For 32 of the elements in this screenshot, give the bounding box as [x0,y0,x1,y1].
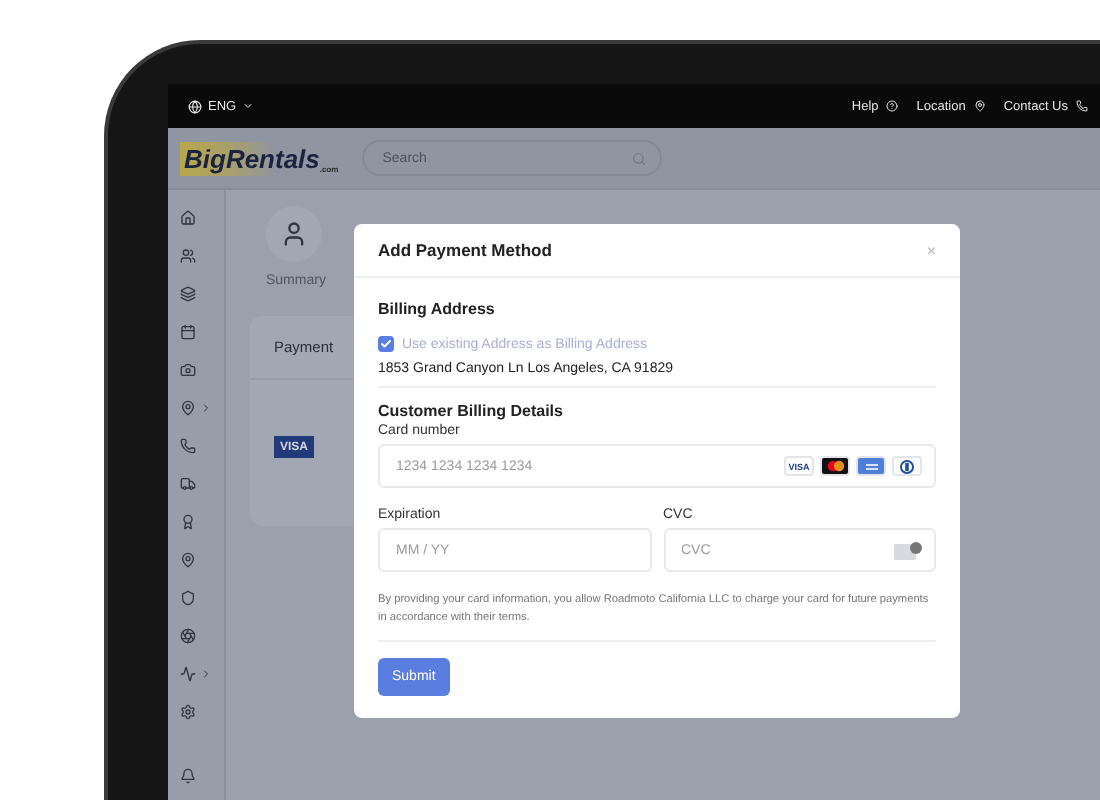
section-title: Customer Billing Details [378,402,565,420]
diners-card-icon [892,456,922,476]
mastercard-icon [820,456,850,476]
settings-icon [180,704,196,720]
chevron-icon [200,668,212,680]
dialog-title: Add Payment Method [378,240,552,260]
phone-icon [1076,100,1088,112]
layers-icon [180,286,196,302]
bell-icon [180,768,196,784]
activity-icon [180,666,196,682]
camera-icon [180,362,196,378]
map-pin-icon [180,400,196,416]
check-icon [380,338,392,350]
calendar-icon [180,324,196,340]
section-title: Billing Address [378,300,497,318]
user-icon [280,220,308,248]
amex-card-icon [856,456,886,476]
map-pin-icon [180,552,196,568]
truck-icon [180,476,196,492]
checkbox[interactable] [378,336,394,352]
help-icon [886,100,899,112]
home-icon [180,210,196,226]
card-back-icon [894,541,922,559]
phone-icon [180,438,196,454]
map-pin-icon [973,100,986,112]
chevron-icon [200,402,212,414]
users-icon [180,248,196,264]
award-icon [180,514,196,530]
caret-icon [242,100,255,112]
shield-icon [180,590,196,606]
search-icon [632,151,647,165]
globe-icon [188,99,202,113]
